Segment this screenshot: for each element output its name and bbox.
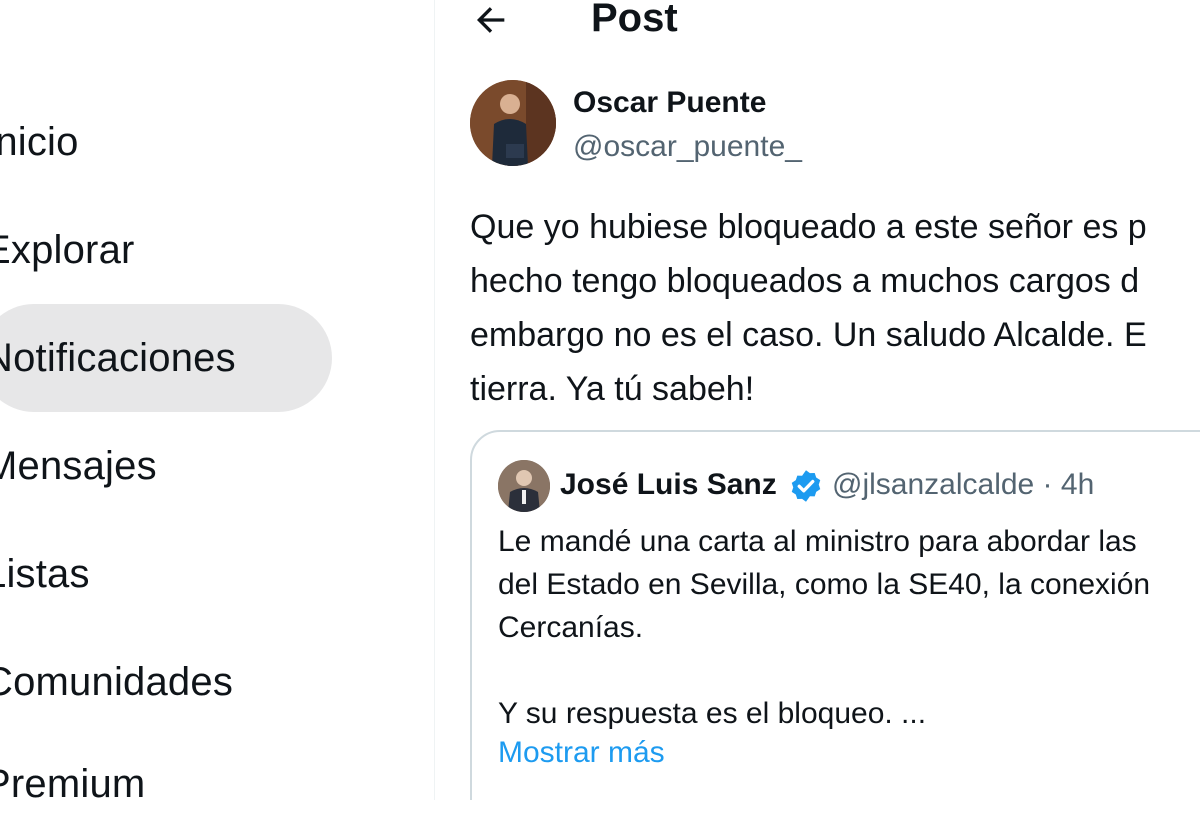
sidebar-item-notificaciones[interactable]: Notificaciones — [0, 304, 332, 412]
avatar[interactable] — [470, 80, 556, 166]
author-handle[interactable]: @oscar_puente_ — [573, 130, 802, 164]
sidebar-item-explorar[interactable]: Explorar — [0, 196, 332, 304]
quoted-post[interactable]: José Luis Sanz @jlsanzalcalde · 4h Le ma… — [470, 430, 1200, 800]
quote-author-name[interactable]: José Luis Sanz — [560, 468, 777, 502]
sidebar-item-label: Comunidades — [0, 659, 234, 704]
sidebar-item-label: Explorar — [0, 227, 135, 272]
quote-text: Le mandé una carta al ministro para abor… — [498, 525, 1151, 730]
post-detail: Post Oscar Puente @oscar_puente_ Que yo … — [435, 0, 1200, 800]
sidebar-item-label: Inicio — [0, 119, 79, 164]
sidebar-item-premium[interactable]: Premium — [0, 730, 332, 838]
page-title: Post — [591, 0, 678, 40]
sidebar-item-listas[interactable]: Listas — [0, 520, 332, 628]
sidebar-item-label: Mensajes — [0, 443, 157, 488]
quote-handle-time: @jlsanzalcalde · 4h — [832, 468, 1095, 501]
sidebar: Inicio Explorar Notificaciones Mensajes … — [0, 0, 434, 806]
sidebar-item-label: Listas — [0, 551, 90, 596]
sidebar-item-label: Notificaciones — [0, 335, 236, 380]
avatar-photo — [498, 460, 550, 512]
sidebar-item-mensajes[interactable]: Mensajes — [0, 412, 332, 520]
post-text: Que yo hubiese bloqueado a este señor es… — [470, 208, 1147, 408]
show-more-link[interactable]: Mostrar más — [498, 736, 665, 770]
verified-badge-icon — [791, 470, 821, 502]
sidebar-item-inicio[interactable]: Inicio — [0, 88, 332, 196]
arrow-left-icon[interactable] — [471, 0, 511, 40]
avatar-photo — [470, 80, 556, 166]
author-name[interactable]: Oscar Puente — [573, 86, 766, 120]
avatar[interactable] — [498, 460, 550, 512]
sidebar-item-comunidades[interactable]: Comunidades — [0, 628, 332, 736]
post-header: Post — [435, 0, 1200, 42]
